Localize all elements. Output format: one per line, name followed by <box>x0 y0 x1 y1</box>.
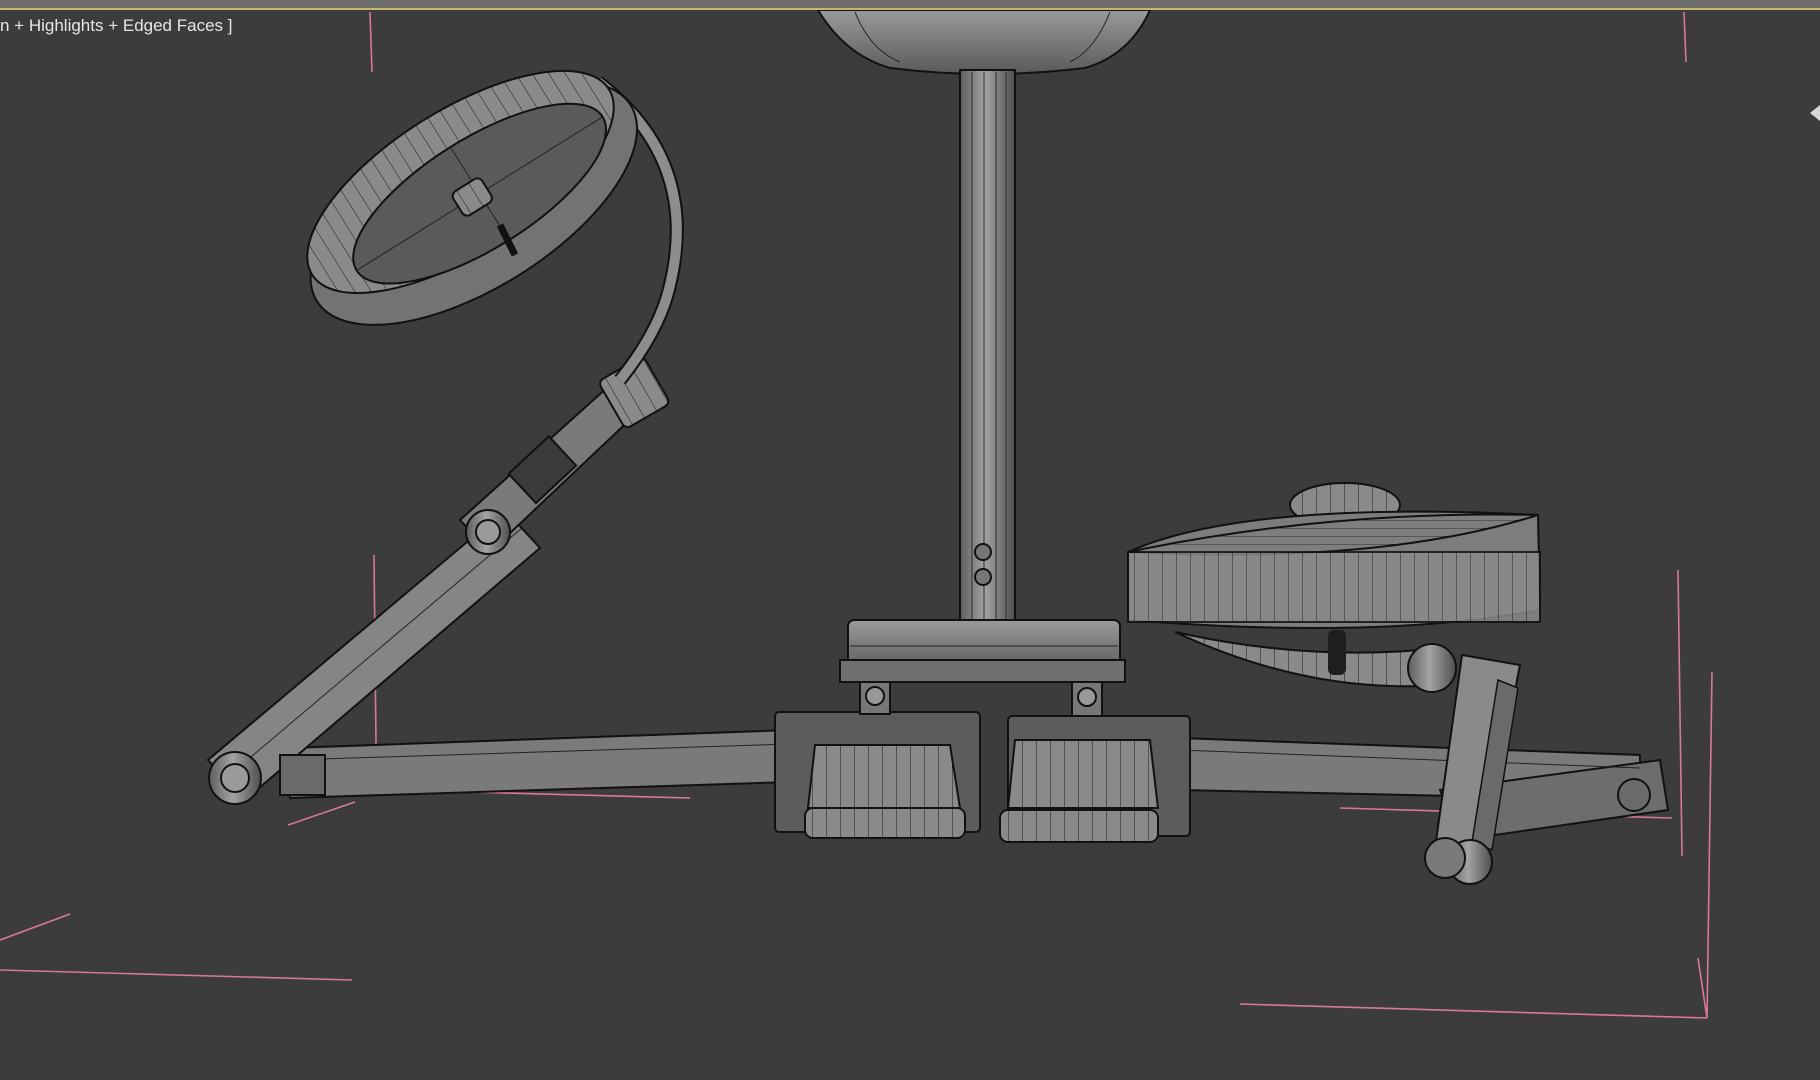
pole-collar[interactable] <box>839 619 1126 683</box>
ceiling-cup[interactable] <box>816 9 1152 75</box>
viewcube-arrow-icon[interactable] <box>1810 105 1820 121</box>
lamp-head-left[interactable] <box>265 23 684 385</box>
counterweight-left[interactable] <box>774 681 981 839</box>
viewport-shading-label[interactable]: n + Highlights + Edged Faces ] <box>0 16 232 36</box>
viewport-top-border <box>0 0 1820 10</box>
perspective-viewport[interactable]: n + Highlights + Edged Faces ] <box>0 0 1820 1080</box>
lamp-head-right[interactable] <box>1127 482 1542 688</box>
counterweight-right[interactable] <box>999 681 1191 843</box>
central-pole[interactable] <box>959 69 1016 626</box>
viewport-scene[interactable] <box>0 0 1820 1080</box>
